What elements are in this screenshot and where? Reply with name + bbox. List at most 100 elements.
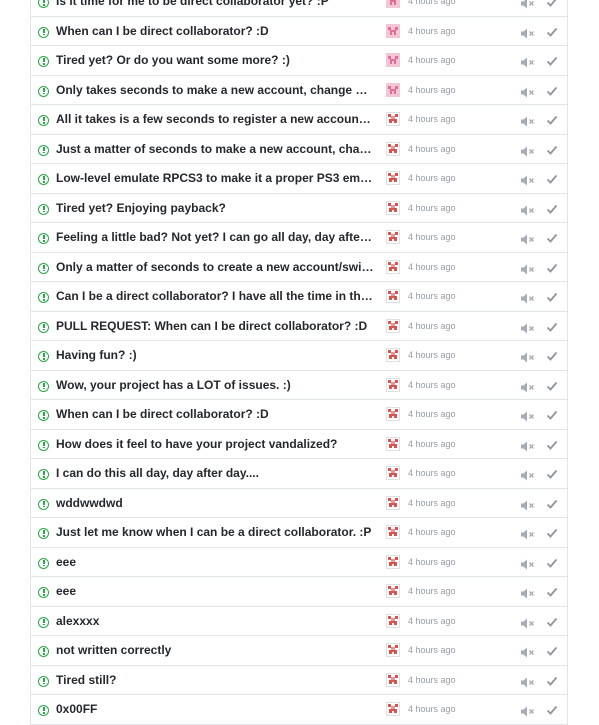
notification-title[interactable]: All it takes is a few seconds to registe… (56, 112, 374, 127)
mute-icon[interactable] (521, 498, 535, 510)
notification-row[interactable]: Low-level emulate RPCS3 to make it a pro… (31, 164, 567, 194)
check-icon[interactable] (546, 54, 558, 66)
notification-row[interactable]: eee 4 hours ago (31, 547, 567, 577)
mute-icon[interactable] (521, 26, 535, 38)
mute-icon[interactable] (521, 321, 535, 333)
notification-row[interactable]: Only a matter of seconds to create a new… (31, 252, 567, 282)
notification-row[interactable]: How does it feel to have your project va… (31, 429, 567, 459)
check-icon[interactable] (546, 703, 558, 715)
notification-row[interactable]: Just a matter of seconds to make a new a… (31, 134, 567, 164)
notification-title[interactable]: Just a matter of seconds to make a new a… (56, 142, 374, 157)
notification-title[interactable]: How does it feel to have your project va… (56, 437, 374, 452)
mute-icon[interactable] (521, 203, 535, 215)
check-icon[interactable] (546, 585, 558, 597)
notification-row[interactable]: When can I be direct collaborator? :D 4 h… (31, 16, 567, 46)
notification-title[interactable]: Feeling a little bad? Not yet? I can go … (56, 230, 374, 245)
notification-row[interactable]: Tired still? 4 hours ago (31, 665, 567, 695)
check-icon[interactable] (546, 143, 558, 155)
check-icon[interactable] (546, 467, 558, 479)
mute-icon[interactable] (521, 0, 535, 9)
check-icon[interactable] (546, 379, 558, 391)
notification-title[interactable]: Only a matter of seconds to create a new… (56, 260, 374, 275)
notification-row[interactable]: Wow, your project has a LOT of issues. :… (31, 370, 567, 400)
mute-icon[interactable] (521, 85, 535, 97)
notification-row[interactable]: eee 4 hours ago (31, 577, 567, 607)
mute-icon[interactable] (521, 144, 535, 156)
notification-row[interactable]: 0x00FF 4 hours ago (31, 695, 567, 725)
notification-row[interactable]: Tired yet? Or do you want some more? :) 4… (31, 46, 567, 76)
notification-row[interactable]: alexxxx 4 hours ago (31, 606, 567, 636)
mute-icon[interactable] (521, 645, 535, 658)
notification-title[interactable]: 0x00FF (56, 702, 374, 717)
notification-row[interactable]: Feeling a little bad? Not yet? I can go … (31, 223, 567, 253)
check-icon[interactable] (546, 556, 558, 568)
check-icon[interactable] (546, 0, 558, 7)
notification-row[interactable]: Just let me know when I can be a direct … (31, 518, 567, 548)
notification-row[interactable]: PULL REQUEST: When can I be direct colla… (31, 311, 567, 341)
notification-title[interactable]: Tired yet? Enjoying payback? (56, 201, 374, 216)
check-icon[interactable] (546, 615, 558, 627)
check-icon[interactable] (546, 290, 558, 302)
mute-icon[interactable] (521, 380, 535, 392)
mute-icon[interactable] (521, 232, 535, 245)
check-icon[interactable] (546, 644, 558, 656)
mute-icon[interactable] (521, 439, 535, 451)
check-icon[interactable] (546, 408, 558, 420)
notification-title[interactable]: wddwwdwd (56, 496, 374, 511)
mute-icon[interactable] (521, 468, 535, 481)
notification-title[interactable]: Having fun? :) (56, 348, 374, 363)
notification-row[interactable]: not written correctly 4 hours ago (31, 636, 567, 666)
notification-title[interactable]: Just let me know when I can be a direct … (56, 525, 374, 540)
check-icon[interactable] (546, 172, 558, 184)
notification-title[interactable]: eee (56, 584, 374, 599)
notification-row[interactable]: Tired yet? Enjoying payback? 4 hours ago (31, 193, 567, 223)
notification-title[interactable]: Can I be a direct collaborator? I have a… (56, 289, 374, 304)
mute-icon[interactable] (521, 291, 535, 304)
notification-title[interactable]: I can do this all day, day after day.... (56, 466, 374, 481)
check-icon[interactable] (546, 349, 558, 361)
notification-row[interactable]: Only takes seconds to make a new account… (31, 75, 567, 105)
mute-icon[interactable] (521, 557, 535, 569)
notification-row[interactable]: Having fun? :) 4 hours ago (31, 341, 567, 371)
notification-row[interactable]: Can I be a direct collaborator? I have a… (31, 282, 567, 312)
notification-row[interactable]: When can I be direct collaborator? :D 4 h… (31, 400, 567, 430)
mute-icon[interactable] (521, 409, 535, 422)
notification-title[interactable]: PULL REQUEST: When can I be direct colla… (56, 319, 374, 334)
mute-icon[interactable] (521, 586, 535, 599)
notification-row[interactable]: I can do this all day, day after day....… (31, 459, 567, 489)
check-icon[interactable] (546, 261, 558, 273)
notification-row[interactable]: wddwwdwd 4 hours ago (31, 488, 567, 518)
mute-icon[interactable] (521, 675, 535, 687)
check-icon[interactable] (546, 25, 558, 37)
mute-icon[interactable] (521, 350, 535, 363)
mute-icon[interactable] (521, 616, 535, 628)
mute-icon[interactable] (521, 173, 535, 186)
notification-title[interactable]: Low-level emulate RPCS3 to make it a pro… (56, 171, 374, 186)
check-icon[interactable] (546, 438, 558, 450)
notification-row[interactable]: Is it time for me to be direct collabora… (31, 0, 567, 17)
mute-icon[interactable] (521, 114, 535, 127)
notification-title[interactable]: Wow, your project has a LOT of issues. :… (56, 378, 374, 393)
mute-icon[interactable] (521, 527, 535, 540)
check-icon[interactable] (546, 526, 558, 538)
check-icon[interactable] (546, 320, 558, 332)
notification-title[interactable]: alexxxx (56, 614, 374, 629)
check-icon[interactable] (546, 202, 558, 214)
notification-row[interactable]: All it takes is a few seconds to registe… (31, 105, 567, 135)
check-icon[interactable] (546, 113, 558, 125)
notification-title[interactable]: Tired still? (56, 673, 374, 688)
check-icon[interactable] (546, 497, 558, 509)
check-icon[interactable] (546, 84, 558, 96)
mute-icon[interactable] (521, 704, 535, 717)
notification-title[interactable]: When can I be direct collaborator? :D (56, 407, 374, 422)
mute-icon[interactable] (521, 55, 535, 68)
notification-title[interactable]: When can I be direct collaborator? :D (56, 24, 374, 39)
notification-title[interactable]: Is it time for me to be direct collabora… (56, 0, 374, 9)
notification-title[interactable]: Tired yet? Or do you want some more? :) (56, 53, 374, 68)
check-icon[interactable] (546, 231, 558, 243)
notification-title[interactable]: not written correctly (56, 643, 374, 658)
mute-icon[interactable] (521, 262, 535, 274)
notification-title[interactable]: eee (56, 555, 374, 570)
notification-title[interactable]: Only takes seconds to make a new account… (56, 83, 374, 98)
check-icon[interactable] (546, 674, 558, 686)
